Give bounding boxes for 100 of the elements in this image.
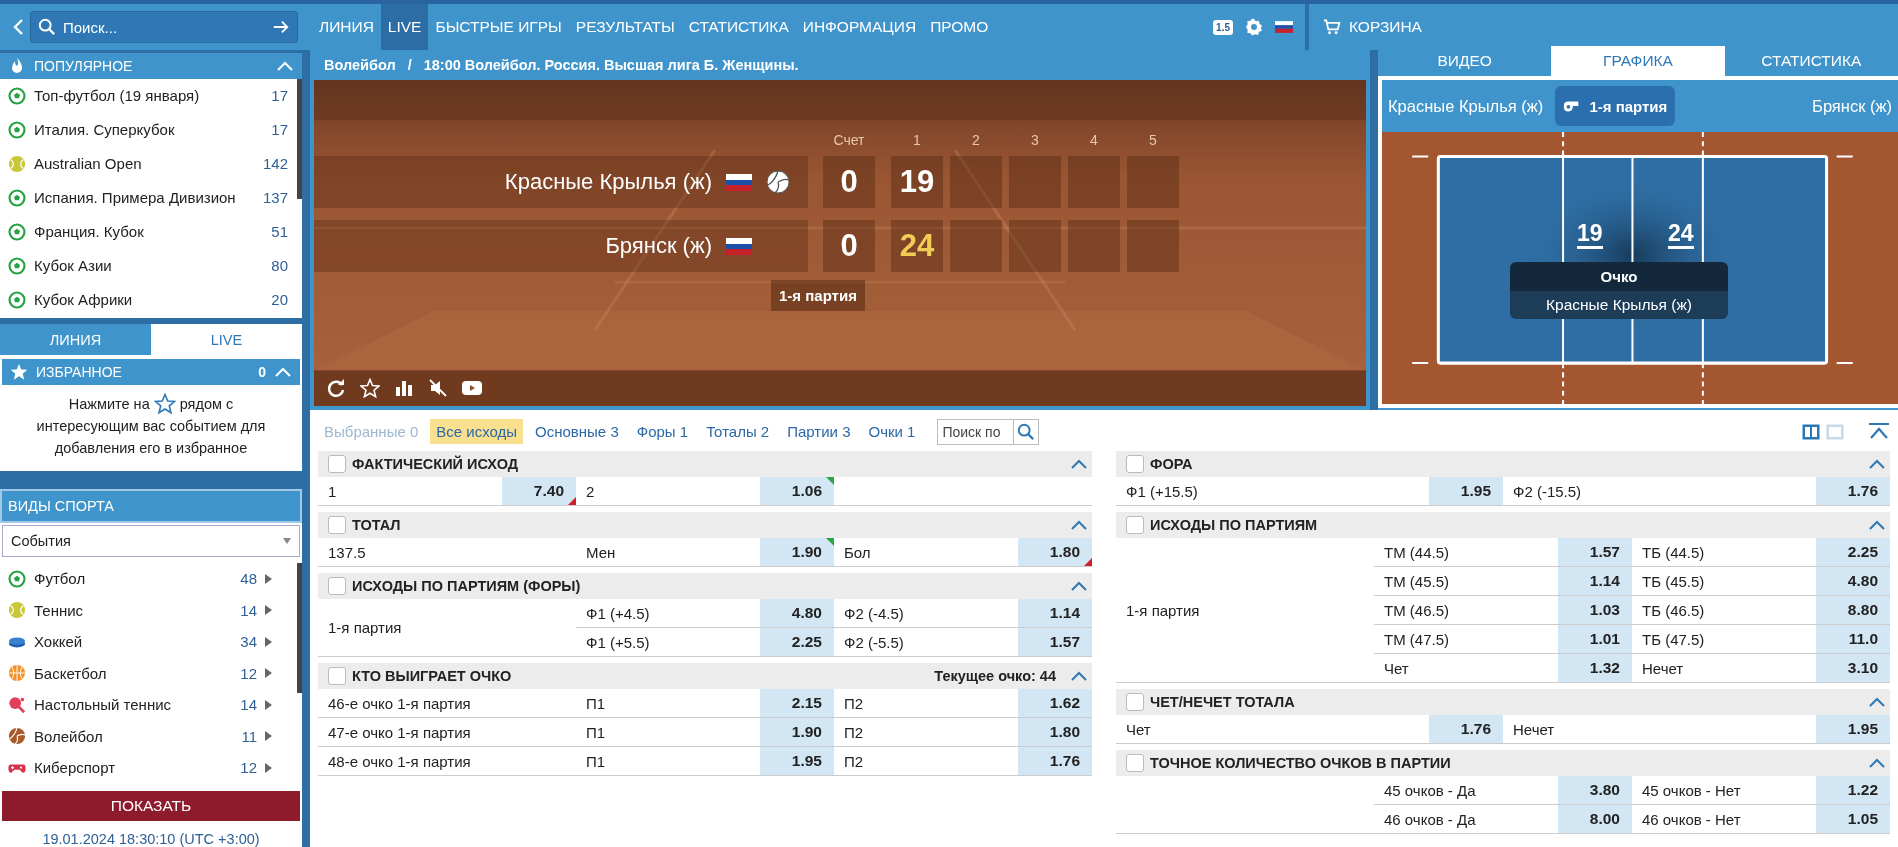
checkbox[interactable] bbox=[1126, 693, 1144, 711]
collapse-all-icon[interactable] bbox=[1868, 422, 1890, 441]
chevron-up-icon[interactable] bbox=[1070, 670, 1088, 682]
soccer-ball-icon bbox=[8, 222, 26, 241]
period-header: 2 bbox=[971, 132, 981, 148]
chevron-up-icon[interactable] bbox=[1070, 519, 1088, 531]
odds-button[interactable]: 8.80 bbox=[1816, 596, 1890, 624]
odds-button[interactable]: 3.80 bbox=[1558, 776, 1632, 804]
odds-button[interactable]: 2.25 bbox=[1816, 538, 1890, 566]
odds-button[interactable]: 1.80 bbox=[1018, 538, 1092, 566]
sport-item[interactable]: Киберспорт 12 bbox=[0, 752, 294, 784]
hint-text: интересующим вас событием для добавления его в избранное bbox=[35, 417, 267, 458]
checkbox[interactable] bbox=[328, 516, 346, 534]
league-item[interactable]: Испания. Примера Дивизион 137 bbox=[0, 180, 296, 215]
chevron-up-icon[interactable] bbox=[1868, 458, 1886, 470]
odds-button[interactable]: 2.15 bbox=[760, 689, 834, 717]
odds-button[interactable]: 1.76 bbox=[1816, 477, 1890, 505]
sport-item[interactable]: Настольный теннис 14 bbox=[0, 689, 294, 721]
odds-button[interactable]: 1.22 bbox=[1816, 776, 1890, 804]
video-icon[interactable] bbox=[462, 378, 482, 398]
odds-button[interactable]: 1.90 bbox=[760, 718, 834, 746]
chevron-up-icon[interactable] bbox=[1868, 757, 1886, 769]
odds-button[interactable]: 1.05 bbox=[1816, 805, 1890, 833]
odds-format-button[interactable]: 1.5 bbox=[1213, 19, 1233, 35]
league-item[interactable]: Франция. Кубок 51 bbox=[0, 214, 296, 249]
sport-item[interactable]: Волейбол 11 bbox=[0, 720, 294, 752]
odds-button[interactable]: 1.01 bbox=[1558, 625, 1632, 653]
league-item[interactable]: Топ-футбол (19 января) 17 bbox=[0, 78, 296, 113]
event-filter-dropdown[interactable]: События bbox=[2, 525, 300, 557]
outcome-label: Нечет bbox=[1642, 659, 1684, 677]
chevron-up-icon[interactable] bbox=[1868, 696, 1886, 708]
odds-button[interactable]: 1.03 bbox=[1558, 596, 1632, 624]
checkbox[interactable] bbox=[1126, 754, 1144, 772]
checkbox[interactable] bbox=[1126, 455, 1144, 473]
settings-icon[interactable] bbox=[1245, 18, 1263, 36]
two-column-layout-icon[interactable] bbox=[1802, 423, 1820, 440]
scrollbar[interactable] bbox=[297, 563, 302, 693]
checkbox[interactable] bbox=[328, 577, 346, 595]
league-item[interactable]: Италия. Суперкубок 17 bbox=[0, 112, 296, 147]
show-button[interactable]: ПОКАЗАТЬ bbox=[2, 791, 300, 821]
league-item[interactable]: Кубок Африки 20 bbox=[0, 282, 296, 317]
checkbox[interactable] bbox=[328, 667, 346, 685]
odds-button[interactable]: 11.0 bbox=[1816, 625, 1890, 653]
chevron-up-icon[interactable] bbox=[1868, 519, 1886, 531]
sport-item[interactable]: Футбол 48 bbox=[0, 563, 294, 595]
odds-button[interactable]: 1.76 bbox=[1429, 715, 1503, 743]
outcome-label: П1 bbox=[586, 694, 606, 712]
league-item[interactable]: Кубок Азии 80 bbox=[0, 248, 296, 283]
flag-icon[interactable] bbox=[1275, 18, 1293, 36]
checkbox[interactable] bbox=[1126, 516, 1144, 534]
sport-item[interactable]: Хоккей 34 bbox=[0, 626, 294, 658]
market-title: ФОРА bbox=[1150, 456, 1193, 472]
filter-tab[interactable]: Все исходы bbox=[430, 419, 524, 444]
mute-icon[interactable] bbox=[428, 378, 448, 398]
odds-button[interactable]: 1.57 bbox=[1558, 538, 1632, 566]
arrow-right-icon[interactable] bbox=[272, 18, 290, 36]
sport-item[interactable]: Теннис 14 bbox=[0, 594, 294, 626]
outcome-label: П2 bbox=[844, 694, 864, 712]
bar-chart-icon[interactable] bbox=[394, 378, 414, 398]
nav-link[interactable]: LIVE bbox=[380, 4, 429, 50]
market-title: ТОЧНОЕ КОЛИЧЕСТВО ОЧКОВ В ПАРТИИ bbox=[1150, 755, 1451, 771]
search-field[interactable]: Поиск... bbox=[30, 11, 298, 43]
odds-button[interactable]: 7.40 bbox=[502, 477, 576, 505]
odds-button[interactable]: 1.62 bbox=[1018, 689, 1092, 717]
filter-tab[interactable]: Основные 3 bbox=[529, 419, 625, 444]
league-item[interactable]: Australian Open 142 bbox=[0, 146, 296, 181]
star-icon[interactable] bbox=[360, 378, 380, 398]
odds-button[interactable]: 1.57 bbox=[1018, 628, 1092, 656]
filter-tab[interactable]: Очки 1 bbox=[862, 419, 922, 444]
sport-item[interactable]: Баскетбол 12 bbox=[0, 657, 294, 689]
cart-icon[interactable] bbox=[1323, 18, 1341, 36]
chevron-up-icon[interactable] bbox=[1070, 580, 1088, 592]
odds-button[interactable]: 8.00 bbox=[1558, 805, 1632, 833]
filter-tab[interactable]: Форы 1 bbox=[630, 419, 695, 444]
odds-button[interactable]: 1.95 bbox=[1429, 477, 1503, 505]
filter-tab[interactable]: Тоталы 2 bbox=[700, 419, 776, 444]
scrollbar[interactable] bbox=[297, 78, 302, 199]
odds-button[interactable]: 1.14 bbox=[1558, 567, 1632, 595]
chevron-left-icon[interactable] bbox=[12, 18, 24, 36]
odds-button[interactable]: 1.06 bbox=[760, 477, 834, 505]
odds-button[interactable]: 1.95 bbox=[760, 747, 834, 775]
odds-button[interactable]: 1.80 bbox=[1018, 718, 1092, 746]
refresh-icon[interactable] bbox=[326, 378, 346, 398]
chevron-up-icon[interactable] bbox=[276, 59, 294, 72]
event-title: Очко bbox=[1510, 262, 1728, 291]
odds-button[interactable]: 3.10 bbox=[1816, 654, 1890, 682]
odds-button[interactable]: 1.76 bbox=[1018, 747, 1092, 775]
chevron-up-icon[interactable] bbox=[1070, 458, 1088, 470]
view-tab[interactable]: ГРАФИКА bbox=[1551, 46, 1725, 76]
odds-button[interactable]: 4.80 bbox=[1816, 567, 1890, 595]
odds-button[interactable]: 1.95 bbox=[1816, 715, 1890, 743]
market-search-field[interactable]: Поиск по bbox=[937, 418, 1014, 445]
odds-button[interactable]: 1.32 bbox=[1558, 654, 1632, 682]
odds-button[interactable]: 4.80 bbox=[760, 599, 834, 627]
odds-button[interactable]: 1.14 bbox=[1018, 599, 1092, 627]
search-button[interactable] bbox=[1013, 418, 1040, 445]
filter-tab[interactable]: Партии 3 bbox=[781, 419, 857, 444]
odds-button[interactable]: 2.25 bbox=[760, 628, 834, 656]
odds-button[interactable]: 1.90 bbox=[760, 538, 834, 566]
checkbox[interactable] bbox=[328, 455, 346, 473]
